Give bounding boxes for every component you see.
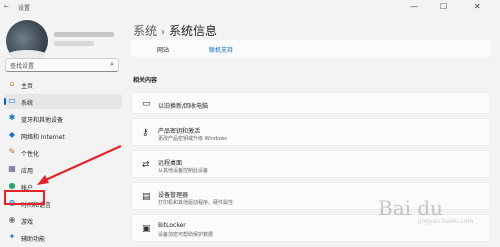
sidebar-item-label: 系统: [21, 100, 34, 107]
section-title: 相关内容: [133, 77, 158, 84]
user-info: [54, 32, 114, 50]
wifi-icon: ◆: [8, 130, 16, 139]
close-button[interactable]: ✕: [474, 2, 481, 11]
accessibility-icon: ✦: [8, 232, 16, 241]
search-input[interactable]: 查找设置 ⌕: [5, 58, 119, 72]
home-icon: ⌂: [9, 79, 15, 88]
sidebar: 查找设置 ⌕ ⌂ 主页 ▭ 系统 ✱ 蓝牙和其他设备 ◆ 网络和 Internet ✎ 个…: [0, 14, 128, 243]
watermark-logo-text: Bai du: [378, 196, 444, 220]
sidebar-item-bluetooth[interactable]: ✱ 蓝牙和其他设备: [4, 111, 122, 126]
remote-desktop-icon: ⇄: [142, 160, 150, 170]
bluetooth-icon: ✱: [8, 113, 16, 122]
sidebar-item-label: 主页: [21, 83, 34, 90]
maximize-button[interactable]: ☐: [440, 2, 447, 11]
card-title: 以旧换新/回收电脑: [158, 103, 209, 110]
card-subtitle: 从其他设备控制此设备: [158, 168, 209, 174]
card-title: 设备管理器: [158, 192, 189, 199]
sidebar-item-label: 蓝牙和其他设备: [21, 117, 64, 124]
search-placeholder: 查找设置: [10, 63, 35, 70]
sidebar-item-label: 游戏: [21, 219, 34, 226]
nav-list: ⌂ 主页 ▭ 系统 ✱ 蓝牙和其他设备 ◆ 网络和 Internet ✎ 个性化 ▦ 应用 …: [4, 77, 122, 247]
key-icon: ⚷: [142, 128, 149, 138]
user-email-blurred: [54, 41, 94, 46]
card-remote-desktop[interactable]: ⇄ 远程桌面 从其他设备控制此设备: [131, 150, 491, 178]
website-row: 网站 联机支持: [131, 40, 491, 57]
card-trade-in-recycle[interactable]: ▭ 以旧换新/回收电脑: [131, 92, 491, 114]
card-product-key[interactable]: ⚷ 产品密钥和激活 更改产品密钥或升级 Windows: [131, 118, 491, 146]
sidebar-item-system[interactable]: ▭ 系统: [4, 94, 122, 109]
paintbrush-icon: ✎: [8, 147, 16, 156]
breadcrumb: 系统 › 系统信息: [133, 22, 217, 39]
page-title: 系统信息: [169, 24, 218, 38]
sidebar-item-home[interactable]: ⌂ 主页: [4, 77, 122, 92]
watermark: Bai du jingyan.baidu.com: [378, 196, 496, 228]
card-title: 远程桌面: [158, 160, 183, 167]
lock-icon: ▣: [142, 224, 151, 234]
sidebar-item-apps[interactable]: ▦ 应用: [4, 162, 122, 177]
card-subtitle: 更改产品密钥或升级 Windows: [158, 136, 227, 142]
laptop-icon: ▭: [142, 99, 151, 109]
breadcrumb-root[interactable]: 系统: [133, 24, 157, 38]
search-icon: ⌕: [110, 60, 114, 68]
card-subtitle: 打印机和其他驱动程序、硬件属性: [158, 200, 234, 206]
online-support-link[interactable]: 联机支持: [209, 45, 233, 54]
sidebar-item-label: 网络和 Internet: [21, 134, 65, 141]
apps-icon: ▦: [8, 164, 16, 173]
minimize-button[interactable]: —: [410, 2, 418, 11]
gamepad-icon: ◉: [8, 215, 16, 224]
sidebar-item-label: 应用: [21, 168, 34, 175]
back-arrow-icon[interactable]: ←: [4, 3, 9, 10]
account-icon: ●: [8, 181, 16, 190]
avatar[interactable]: [6, 20, 48, 62]
user-name-blurred: [54, 32, 114, 37]
window-title: 设置: [18, 5, 31, 12]
annotation-highlight-box: [4, 190, 45, 205]
sidebar-item-label: 辅助功能: [21, 236, 46, 243]
watermark-url: jingyan.baidu.com: [418, 218, 474, 225]
card-title: BitLocker: [158, 222, 186, 229]
sidebar-item-network[interactable]: ◆ 网络和 Internet: [4, 128, 122, 143]
monitor-icon: ▭: [8, 96, 16, 105]
title-bar: ← 设置 — ☐ ✕: [0, 0, 500, 14]
sidebar-item-gaming[interactable]: ◉ 游戏: [4, 213, 122, 228]
card-title: 产品密钥和激活: [158, 128, 201, 135]
website-label: 网站: [157, 47, 170, 54]
device-manager-icon: ▤: [142, 192, 151, 202]
card-subtitle: 设备加密可帮助保护数据: [158, 232, 214, 238]
sidebar-item-personalization[interactable]: ✎ 个性化: [4, 145, 122, 160]
breadcrumb-separator: ›: [161, 27, 166, 38]
sidebar-item-label: 个性化: [21, 151, 40, 158]
